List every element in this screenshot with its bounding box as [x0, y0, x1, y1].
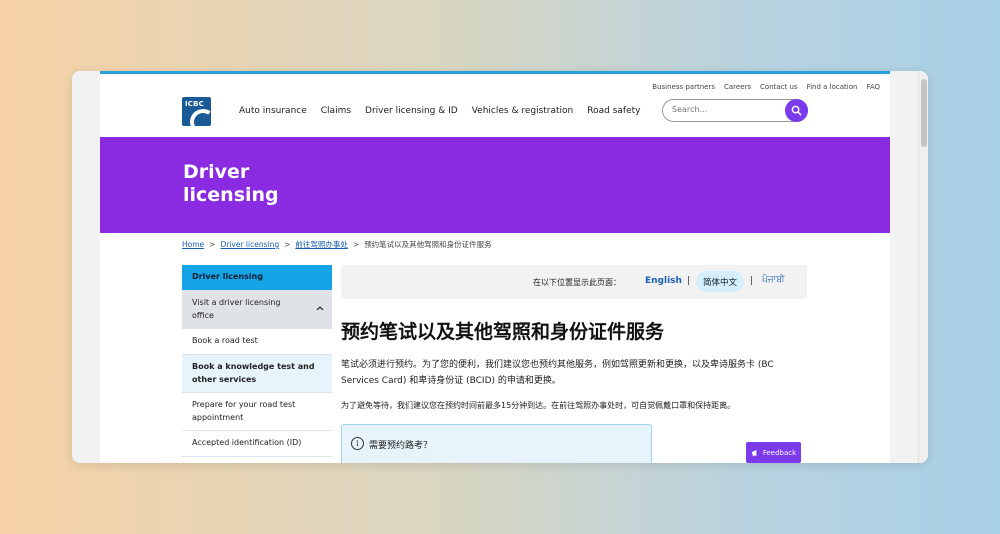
sidenav-driver-licensing[interactable]: Driver licensing: [182, 265, 332, 291]
language-english[interactable]: English: [645, 276, 682, 286]
megaphone-icon: [751, 449, 757, 456]
breadcrumb-separator: >: [209, 240, 216, 249]
breadcrumb-driver-licensing[interactable]: Driver licensing: [220, 240, 279, 249]
top-accent-bar: [100, 71, 890, 74]
sidenav-label: Book a knowledge test and other services: [192, 362, 315, 384]
sidenav-label: Driver licensing: [192, 272, 263, 282]
road-test-info-box[interactable]: i 需要预约路考？: [341, 424, 652, 463]
breadcrumb-separator: >: [284, 240, 291, 249]
sidenav-visit-office[interactable]: Visit a driver licensing office: [182, 291, 332, 329]
link-faq[interactable]: FAQ: [866, 83, 880, 91]
sidenav-label: Accepted identification (ID): [192, 438, 302, 448]
chevron-up-icon: [316, 306, 324, 311]
search-button[interactable]: [785, 99, 808, 122]
hero-title: Driver licensing: [183, 161, 279, 206]
language-chinese-selected[interactable]: 简体中文: [696, 271, 744, 292]
breadcrumb-visit-office[interactable]: 前往驾照办事处: [295, 239, 348, 250]
logo-text: ICBC: [185, 100, 205, 108]
page-gutter-left: [72, 71, 100, 463]
feedback-label: Feedback: [762, 448, 797, 457]
link-careers[interactable]: Careers: [724, 83, 751, 91]
sidenav-label: Book a road test: [192, 336, 258, 346]
page-title: 预约笔试以及其他驾照和身份证件服务: [341, 321, 665, 343]
sidenav-accepted-id[interactable]: Accepted identification (ID): [182, 431, 332, 457]
intro-paragraph: 笔试必须进行预约。为了您的便利，我们建议您也预约其他服务，例如驾照更新和更换，以…: [341, 360, 774, 386]
web-page: Business partners Careers Contact us Fin…: [100, 71, 890, 463]
main-nav: Auto insurance Claims Driver licensing &…: [239, 106, 640, 116]
search-input[interactable]: [672, 105, 782, 114]
arrival-paragraph: 为了避免等待，我们建议您在预约时间前最多15分钟到达。在前往驾照办事处时，可自觉…: [341, 401, 736, 410]
language-divider: |: [750, 276, 754, 286]
scrollbar-thumb[interactable]: [921, 79, 927, 147]
sidenav-label: Visit a driver licensing office: [192, 298, 281, 320]
logo-wave-icon: [187, 106, 211, 126]
nav-vehicles-registration[interactable]: Vehicles & registration: [472, 106, 574, 116]
scrollbar[interactable]: [918, 71, 928, 463]
search-box: [662, 99, 808, 122]
nav-auto-insurance[interactable]: Auto insurance: [239, 106, 307, 116]
side-nav: Driver licensing Visit a driver licensin…: [182, 265, 332, 457]
language-prompt: 在以下位置显示此页面：: [533, 278, 621, 287]
info-box-title: 需要预约路考？: [369, 441, 433, 451]
nav-claims[interactable]: Claims: [321, 106, 351, 116]
sidenav-book-road-test[interactable]: Book a road test: [182, 329, 332, 355]
language-bar: 在以下位置显示此页面： English | 简体中文 | ਪੰਜਾਬੀ: [341, 265, 807, 299]
feedback-button[interactable]: Feedback: [746, 442, 801, 463]
breadcrumb-home[interactable]: Home: [182, 240, 204, 249]
breadcrumb: Home > Driver licensing > 前往驾照办事处 > 预约笔试…: [182, 239, 492, 250]
link-business-partners[interactable]: Business partners: [652, 83, 715, 91]
icbc-logo[interactable]: ICBC: [182, 97, 211, 126]
language-punjabi[interactable]: ਪੰਜਾਬੀ: [762, 275, 785, 285]
breadcrumb-current: 预约笔试以及其他驾照和身份证件服务: [364, 240, 492, 249]
link-find-location[interactable]: Find a location: [807, 83, 858, 91]
browser-window: Business partners Careers Contact us Fin…: [72, 71, 928, 463]
sidenav-book-knowledge-test[interactable]: Book a knowledge test and other services: [182, 355, 332, 393]
hero-banner: Driver licensing: [100, 137, 890, 233]
search-icon: [791, 105, 802, 116]
nav-road-safety[interactable]: Road safety: [587, 106, 640, 116]
page-gutter-right: [890, 71, 918, 463]
sidenav-label: Prepare for your road test appointment: [192, 400, 296, 422]
nav-driver-licensing[interactable]: Driver licensing & ID: [365, 106, 458, 116]
info-icon: i: [351, 437, 364, 450]
breadcrumb-separator: >: [352, 240, 360, 249]
sidenav-prepare-road-test[interactable]: Prepare for your road test appointment: [182, 393, 332, 431]
utility-links: Business partners Careers Contact us Fin…: [652, 83, 880, 91]
link-contact-us[interactable]: Contact us: [760, 83, 798, 91]
language-divider: |: [687, 276, 691, 286]
